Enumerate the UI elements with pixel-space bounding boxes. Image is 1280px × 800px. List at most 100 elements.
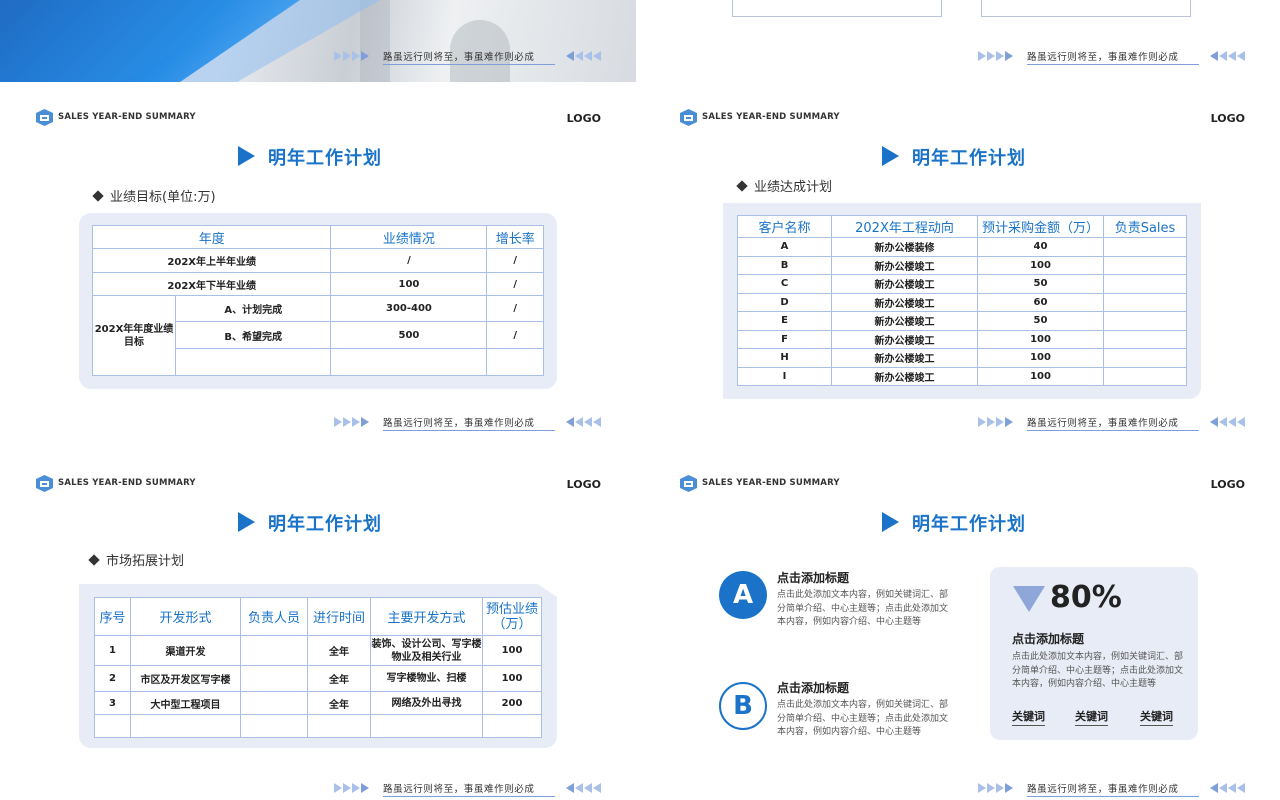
footer: 路虽远行则将至，事虽难作则必成 xyxy=(644,414,1280,431)
row-label: 202X年下半年业绩 xyxy=(91,272,332,296)
col-header: 负责Sales xyxy=(1103,215,1187,238)
item-b-text[interactable]: 点击此处添加文本内容，例如关键词汇、部分简单介绍、中心主题等；点击此处添加文本内… xyxy=(777,699,949,740)
table-cell xyxy=(1103,329,1187,349)
table-row xyxy=(94,714,542,738)
table-cell xyxy=(240,691,308,715)
row-label: 202X年上半年业绩 xyxy=(91,248,332,273)
col-header: 预估业绩（万） xyxy=(482,597,542,636)
target-table: 年度 业绩情况 增长率 202X年上半年业绩 / / 202X年下半年业绩 10… xyxy=(91,225,544,376)
row-value xyxy=(330,348,488,376)
customer-table: 客户名称 202X年工程动向 预计采购金额（万） 负责Sales A 新办公楼装修… xyxy=(737,215,1187,386)
subtitle: 市场拓展计划 xyxy=(88,550,185,569)
down-triangle-icon xyxy=(1013,586,1045,612)
table-cell xyxy=(1103,237,1187,257)
table-row: E 新办公楼竣工 50 xyxy=(737,311,1187,331)
footer-slogan: 路虽远行则将至，事虽难作则必成 xyxy=(383,49,555,65)
footer-slogan: 路虽远行则将至，事虽难作则必成 xyxy=(1027,49,1199,65)
diamond-icon xyxy=(92,190,104,202)
subtitle-text: 业绩目标(单位:万) xyxy=(110,190,216,205)
table-cell: 渠道开发 xyxy=(130,635,241,666)
table-cell: 新办公楼竣工 xyxy=(831,348,978,368)
table-cell: 100 xyxy=(482,635,542,666)
table-cell: 全年 xyxy=(307,635,371,666)
slide-market-expansion[interactable]: SALES YEAR-END SUMMARY LOGO 明年工作计划 市场拓展计… xyxy=(0,448,636,800)
table-cell: 3 xyxy=(94,691,131,715)
slide-title: 明年工作计划 xyxy=(912,148,1026,169)
table-cell: 40 xyxy=(977,237,1104,257)
card-text[interactable]: 点击此处添加文本内容，例如关键词汇、部分简单介绍、中心主题等；点击此处添加文本内… xyxy=(1012,651,1184,692)
footer-slogan: 路虽远行则将至，事虽难作则必成 xyxy=(383,415,555,431)
keyword-1[interactable]: 关键词 xyxy=(1012,708,1045,726)
subtitle: 业绩达成计划 xyxy=(736,176,833,195)
table-cell xyxy=(240,635,308,666)
expansion-table: 序号 开发形式 负责人员 进行时间 主要开发方式 预估业绩（万） 1 渠道开发 全年… xyxy=(94,597,542,738)
arrows-left-icon xyxy=(1210,417,1246,427)
row-growth: / xyxy=(486,248,544,273)
arrows-left-icon xyxy=(566,51,602,61)
slide-achievement-plan[interactable]: SALES YEAR-END SUMMARY LOGO 明年工作计划 业绩达成计… xyxy=(644,82,1280,440)
title-arrow-icon xyxy=(238,512,255,532)
col-header: 序号 xyxy=(94,597,131,636)
item-a-title[interactable]: 点击添加标题 xyxy=(777,569,849,586)
table-cell: 市区及开发区写字楼 xyxy=(130,665,241,692)
item-a-text[interactable]: 点击此处添加文本内容，例如关键词汇、部分简单介绍、中心主题等；点击此处添加文本内… xyxy=(777,589,949,630)
table-cell: 全年 xyxy=(307,691,371,715)
table-cell xyxy=(482,714,542,738)
row-value: 500 xyxy=(330,321,488,349)
footer: 路虽远行则将至，事虽难作则必成 xyxy=(0,780,636,797)
arrows-right-icon xyxy=(978,51,1014,61)
arrows-right-icon xyxy=(978,783,1014,793)
letter-b-badge: B xyxy=(719,682,767,730)
brand-name: SALES YEAR-END SUMMARY xyxy=(702,112,840,122)
col-header: 客户名称 xyxy=(737,215,832,238)
table-cell: 2 xyxy=(94,665,131,692)
table-row: 202X年年度业绩目标 A、计划完成 300-400 / xyxy=(92,295,544,376)
row-value: 300-400 xyxy=(330,295,488,322)
subtitle: 业绩目标(单位:万) xyxy=(92,186,216,205)
table-cell: 新办公楼竣工 xyxy=(831,366,978,386)
slide-performance-target[interactable]: SALES YEAR-END SUMMARY LOGO 明年工作计划 业绩目标(… xyxy=(0,82,636,440)
table-cell xyxy=(1103,292,1187,312)
arrows-left-icon xyxy=(1210,783,1246,793)
table-row: D 新办公楼竣工 60 xyxy=(737,292,1187,312)
card-title[interactable]: 点击添加标题 xyxy=(1012,630,1084,647)
table-cell: 50 xyxy=(977,311,1104,331)
col-header: 年度 xyxy=(91,225,332,249)
keyword-2[interactable]: 关键词 xyxy=(1075,708,1108,726)
subtitle-text: 业绩达成计划 xyxy=(754,180,833,195)
title-arrow-icon xyxy=(882,512,899,532)
arrows-left-icon xyxy=(1210,51,1246,61)
table-cell xyxy=(370,714,483,738)
prev-slide-banner xyxy=(0,0,636,82)
customer-table-body: A 新办公楼装修 40 B 新办公楼竣工 100 C 新办公楼竣工 50 D 新办公楼竣工 60 E 新办… xyxy=(737,237,1187,386)
col-header: 202X年工程动向 xyxy=(831,215,978,238)
table-cell: 新办公楼竣工 xyxy=(831,255,978,275)
table-cell: F xyxy=(737,329,832,349)
slide-title: 明年工作计划 xyxy=(268,514,382,535)
table-cell: 新办公楼竣工 xyxy=(831,329,978,349)
table-cell: 100 xyxy=(482,665,542,692)
table-row: 202X年下半年业绩 100 / xyxy=(91,272,544,296)
title-arrow-icon xyxy=(238,146,255,166)
footer: 路虽远行则将至，事虽难作则必成 xyxy=(644,48,1280,65)
table-cell: I xyxy=(737,366,832,386)
table-cell xyxy=(240,665,308,692)
table-cell: E xyxy=(737,311,832,331)
footer-slogan: 路虽远行则将至，事虽难作则必成 xyxy=(1027,415,1199,431)
subtitle-text: 市场拓展计划 xyxy=(106,554,185,569)
table-cell: D xyxy=(737,292,832,312)
item-b-title[interactable]: 点击添加标题 xyxy=(777,679,849,696)
keyword-3[interactable]: 关键词 xyxy=(1140,708,1173,726)
table-cell: 100 xyxy=(977,255,1104,275)
table-cell xyxy=(130,714,241,738)
table-row: H 新办公楼竣工 100 xyxy=(737,348,1187,368)
table-cell: 60 xyxy=(977,292,1104,312)
brand-logo-icon xyxy=(36,475,53,492)
table-cell: 100 xyxy=(977,329,1104,349)
row-label xyxy=(174,348,332,376)
table-cell xyxy=(1103,366,1187,386)
table-cell: A xyxy=(737,237,832,257)
table-cell: 网络及外出寻找 xyxy=(370,691,483,715)
row-value: / xyxy=(330,248,488,273)
row-label: B、希望完成 xyxy=(174,321,332,349)
